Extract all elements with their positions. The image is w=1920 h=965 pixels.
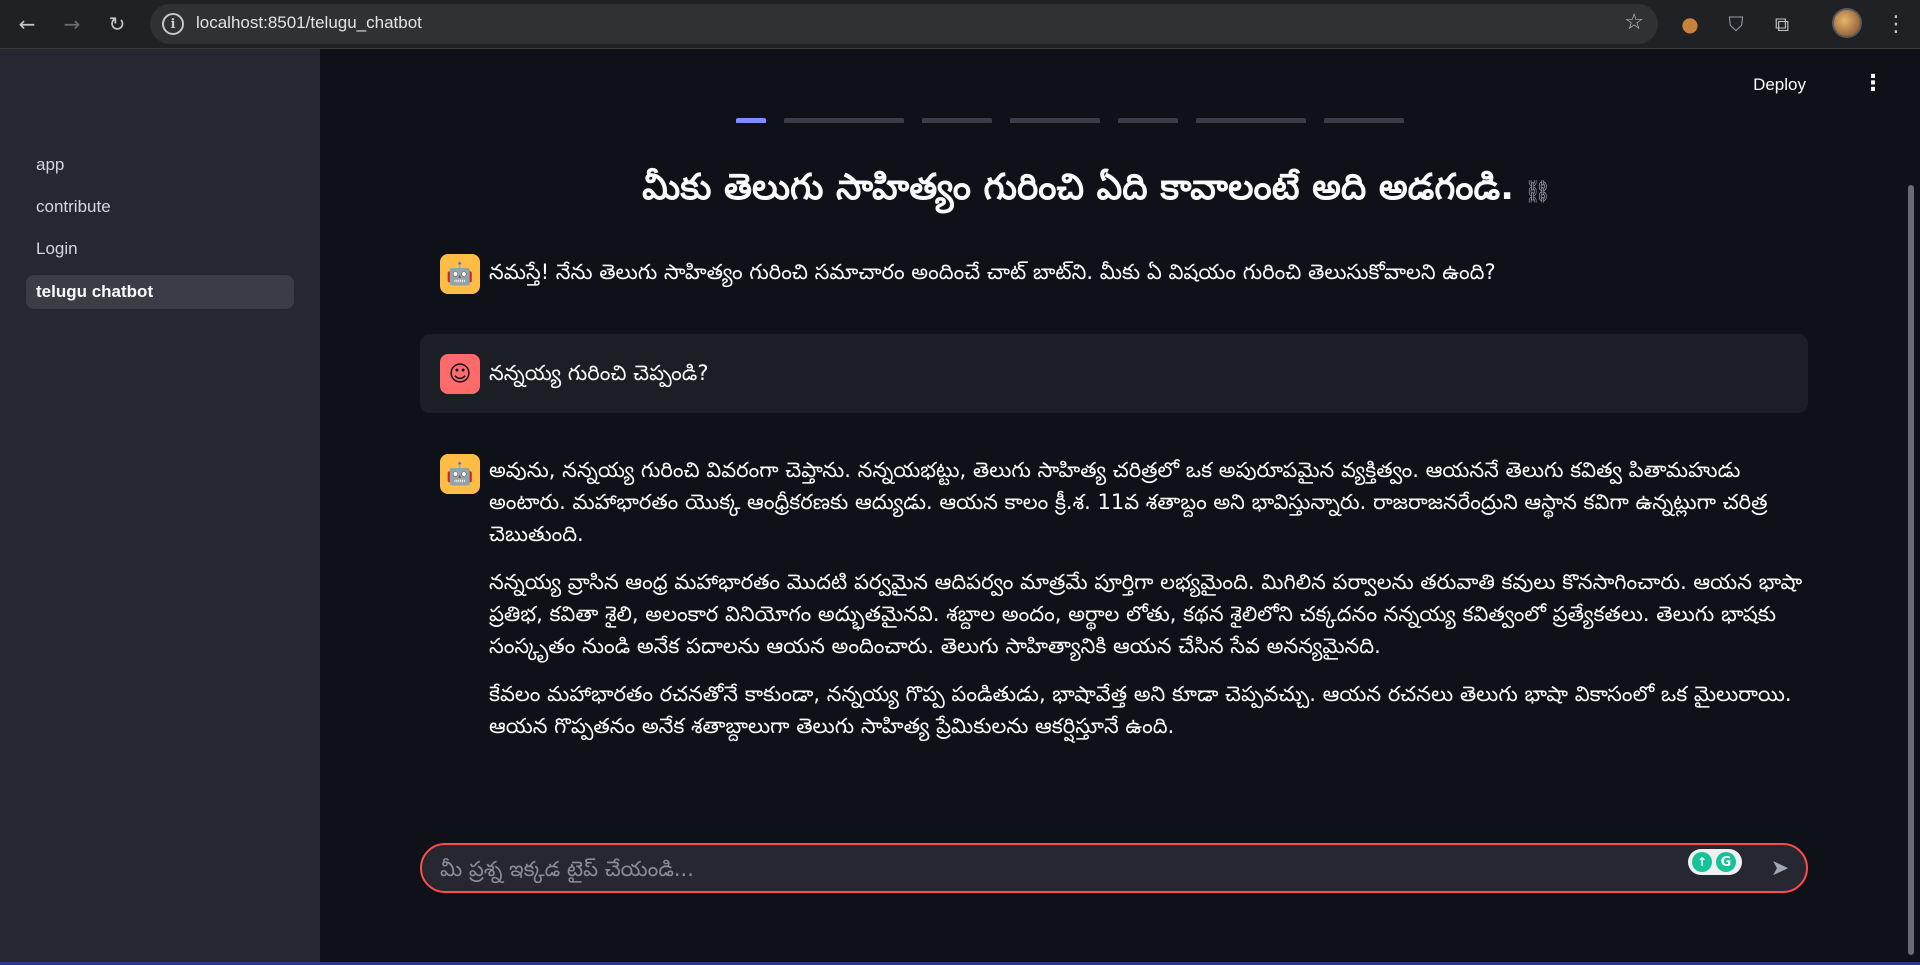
sidebar-item-login[interactable]: Login <box>26 232 294 266</box>
heading-text: మీకు తెలుగు సాహిత్యం గురించి ఏది కావాలంట… <box>642 167 1514 208</box>
address-bar[interactable]: i localhost:8501/telugu_chatbot ☆ <box>150 4 1658 44</box>
scrolled-title-remnant <box>736 109 1496 123</box>
chat-input-field[interactable] <box>440 854 1620 884</box>
browser-menu-icon[interactable]: ⋮ <box>1880 8 1912 40</box>
sidebar-item-telugu-chatbot[interactable]: telugu chatbot <box>26 275 294 309</box>
bot-avatar-icon: 🤖 <box>440 454 480 494</box>
reload-icon[interactable]: ↻ <box>100 7 134 41</box>
profile-avatar[interactable] <box>1832 8 1862 38</box>
sidebar-item-app[interactable]: app <box>26 148 294 182</box>
message-paragraph: నన్నయ్య వ్రాసిన ఆంధ్ర మహాభారతం మొదటి పర్… <box>489 570 1803 658</box>
message-paragraph: నమస్తే! నేను తెలుగు సాహిత్యం గురించి సమా… <box>489 260 1496 284</box>
bookmark-star-icon[interactable]: ☆ <box>1624 10 1644 35</box>
app-menu-icon[interactable]: ⋮ <box>1862 71 1884 96</box>
user-avatar-icon: ☺ <box>440 354 480 394</box>
message-paragraph: అవును, నన్నయ్య గురించి వివరంగా చెప్తాను.… <box>489 458 1768 546</box>
deploy-button[interactable]: Deploy <box>1753 75 1806 95</box>
browser-toolbar: ← → ↻ i localhost:8501/telugu_chatbot ☆ … <box>0 0 1920 49</box>
main-content: Deploy ⋮ మీకు తెలుగు సాహిత్యం గురించి ఏద… <box>320 49 1920 965</box>
extensions-puzzle-icon[interactable]: ⧉ <box>1766 8 1798 40</box>
forward-icon[interactable]: → <box>55 7 89 41</box>
chat-input-box: ↑ G ➤ <box>420 843 1808 893</box>
sidebar-item-contribute[interactable]: contribute <box>26 190 294 224</box>
message-content: నన్నయ్య గురించి చెప్పండి? <box>489 357 1808 405</box>
url-text[interactable]: localhost:8501/telugu_chatbot <box>196 13 422 33</box>
chat-message-assistant: 🤖 నమస్తే! నేను తెలుగు సాహిత్యం గురించి స… <box>420 251 1808 311</box>
vertical-scrollbar[interactable] <box>1908 185 1914 955</box>
anchor-link-icon[interactable]: ⛓ <box>1524 180 1552 205</box>
shield-extension-icon[interactable]: ⛉ <box>1720 8 1752 40</box>
message-paragraph: కేవలం మహాభారతం రచనతోనే కాకుండా, నన్నయ్య … <box>489 682 1792 738</box>
send-icon[interactable]: ➤ <box>1764 853 1796 883</box>
message-paragraph: నన్నయ్య గురించి చెప్పండి? <box>489 361 709 385</box>
bot-avatar-icon: 🤖 <box>440 254 480 294</box>
cookie-extension-icon[interactable]: ● <box>1674 8 1706 40</box>
back-icon[interactable]: ← <box>10 7 44 41</box>
page-heading: మీకు తెలుగు సాహిత్యం గురించి ఏది కావాలంట… <box>400 167 1794 217</box>
chat-message-assistant: 🤖 అవును, నన్నయ్య గురించి వివరంగా చెప్తాన… <box>420 454 1808 824</box>
sidebar: app contribute Login telugu chatbot <box>0 49 320 965</box>
site-info-icon[interactable]: i <box>162 13 184 35</box>
grammarly-g-icon: G <box>1716 852 1736 872</box>
message-content: అవును, నన్నయ్య గురించి వివరంగా చెప్తాను.… <box>489 454 1808 758</box>
chat-message-user: ☺ నన్నయ్య గురించి చెప్పండి? <box>420 334 1808 413</box>
message-content: నమస్తే! నేను తెలుగు సాహిత్యం గురించి సమా… <box>489 256 1808 304</box>
grammarly-arrow-icon: ↑ <box>1692 852 1712 872</box>
grammarly-badge[interactable]: ↑ G <box>1688 849 1742 875</box>
